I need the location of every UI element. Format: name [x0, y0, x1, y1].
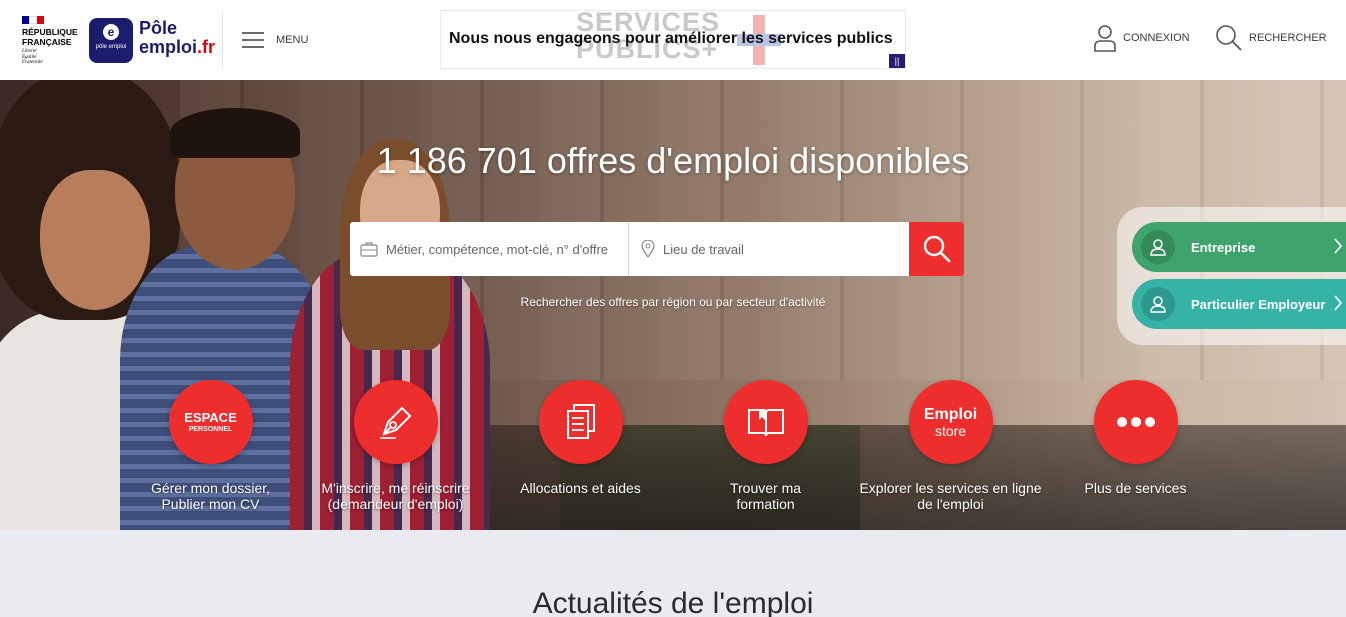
service-label-line2: de l'emploi	[917, 496, 984, 512]
service-inscription[interactable]: M'inscrire, me réinscrire (demandeur d'e…	[303, 380, 488, 512]
service-label-line1: Trouver ma	[729, 480, 802, 496]
services-row: ESPACE PERSONNEL Gérer mon dossier, Publ…	[0, 380, 1346, 530]
french-flag-icon	[22, 16, 45, 24]
user-icon	[1141, 230, 1175, 264]
hero-section: 1 186 701 offres d'emploi disponibles Re…	[0, 80, 1346, 530]
wordmark-fr: .fr	[197, 37, 216, 57]
service-label-line2: (demandeur d'emploi)	[327, 496, 464, 512]
service-label: Plus de services	[1043, 480, 1228, 496]
service-label-line2: Publier mon CV	[161, 496, 260, 512]
rechercher-label: RECHERCHER	[1249, 32, 1327, 44]
republique-line1: RÉPUBLIQUE	[22, 27, 78, 37]
user-icon	[1141, 287, 1175, 321]
republique-line2: FRANÇAISE	[22, 37, 72, 47]
open-book-icon	[723, 380, 808, 464]
espace-personnel-icon: ESPACE PERSONNEL	[168, 380, 253, 464]
service-label-line1: Gérer mon dossier,	[150, 480, 271, 496]
header-divider	[222, 12, 223, 68]
service-label: Explorer les services en ligne de l'empl…	[858, 480, 1043, 512]
espace-icon-text-2: PERSONNEL	[188, 425, 233, 433]
rechercher-button[interactable]: RECHERCHER	[1215, 24, 1327, 52]
wordmark-emploi: emploi	[139, 37, 198, 57]
chevron-right-icon	[1334, 295, 1343, 311]
location-field	[629, 222, 909, 276]
service-allocations[interactable]: Allocations et aides	[488, 380, 673, 496]
entreprise-button[interactable]: Entreprise	[1132, 222, 1346, 272]
republique-francaise-logo[interactable]: RÉPUBLIQUE FRANÇAISE Liberté Égalité Fra…	[22, 16, 82, 66]
site-header: RÉPUBLIQUE FRANÇAISE Liberté Égalité Fra…	[0, 0, 1346, 80]
emploi-store-text-2: store	[934, 422, 967, 439]
service-emploi-store[interactable]: Emploi store Explorer les services en li…	[858, 380, 1043, 512]
service-label: M'inscrire, me réinscrire (demandeur d'e…	[303, 480, 488, 512]
hero-photo-person-1-face	[40, 170, 150, 310]
side-profile-panel: Entreprise Particulier Employeur	[1117, 207, 1346, 345]
user-icon	[1094, 25, 1116, 52]
pole-emploi-logo-small-text: pôle emploi	[95, 44, 127, 50]
connexion-label: CONNEXION	[1123, 32, 1190, 44]
service-label: Gérer mon dossier, Publier mon CV	[118, 480, 303, 512]
location-pin-icon	[641, 240, 655, 258]
emploi-store-text-1: Emploi	[923, 405, 978, 423]
service-espace-personnel[interactable]: ESPACE PERSONNEL Gérer mon dossier, Publ…	[118, 380, 303, 512]
espace-icon-text-1: ESPACE	[184, 409, 237, 425]
service-label: Trouver ma formation	[673, 480, 858, 512]
documents-icon	[538, 380, 623, 464]
briefcase-icon	[360, 242, 378, 257]
banner-text: Nous nous engageons pour améliorer les s…	[449, 30, 893, 47]
pen-nib-icon	[353, 380, 438, 464]
wordmark-line1: Pôle	[139, 18, 178, 38]
menu-label: MENU	[276, 34, 309, 46]
service-plus-de-services[interactable]: Plus de services	[1043, 380, 1228, 496]
service-formation[interactable]: Trouver ma formation	[673, 380, 858, 512]
hamburger-icon	[242, 32, 264, 48]
pole-emploi-logo[interactable]: e pôle emploi	[89, 18, 133, 63]
particulier-employeur-button[interactable]: Particulier Employeur	[1132, 279, 1346, 329]
pole-emploi-e-icon: e	[103, 24, 119, 40]
chevron-right-icon	[1334, 238, 1343, 254]
offers-count-title: 1 186 701 offres d'emploi disponibles	[376, 140, 970, 181]
connexion-button[interactable]: CONNEXION	[1093, 24, 1190, 52]
service-label: Allocations et aides	[488, 480, 673, 496]
menu-button[interactable]: MENU	[242, 32, 308, 48]
service-label-line1: Allocations et aides	[520, 480, 641, 496]
search-icon	[1216, 25, 1242, 51]
republique-motto: Liberté Égalité Fraternité	[22, 49, 52, 66]
emploi-store-icon: Emploi store	[908, 380, 993, 464]
search-icon	[923, 235, 950, 263]
pole-emploi-wordmark[interactable]: Pôle emploi.fr	[139, 19, 215, 57]
particulier-employeur-label: Particulier Employeur	[1191, 296, 1326, 312]
motto-fraternite: Fraternité	[22, 60, 43, 65]
more-dots-icon	[1093, 380, 1178, 464]
location-input[interactable]	[663, 241, 893, 257]
job-search-bar	[350, 222, 964, 276]
job-keyword-field	[350, 222, 629, 276]
ad-marker-icon: ||	[889, 54, 905, 68]
news-section-title: Actualités de l'emploi	[532, 587, 814, 617]
service-label-line1: M'inscrire, me réinscrire	[321, 480, 470, 496]
job-keyword-input[interactable]	[386, 241, 616, 257]
entreprise-label: Entreprise	[1191, 239, 1256, 255]
search-submit-button[interactable]	[909, 222, 964, 276]
service-label-line1: Plus de services	[1084, 480, 1187, 496]
service-label-line1: Explorer les services en ligne	[859, 480, 1042, 496]
services-publics-banner[interactable]: SERVICES PUBLICS+ Nous nous engageons po…	[440, 10, 906, 69]
service-label-line2: formation	[736, 496, 795, 512]
